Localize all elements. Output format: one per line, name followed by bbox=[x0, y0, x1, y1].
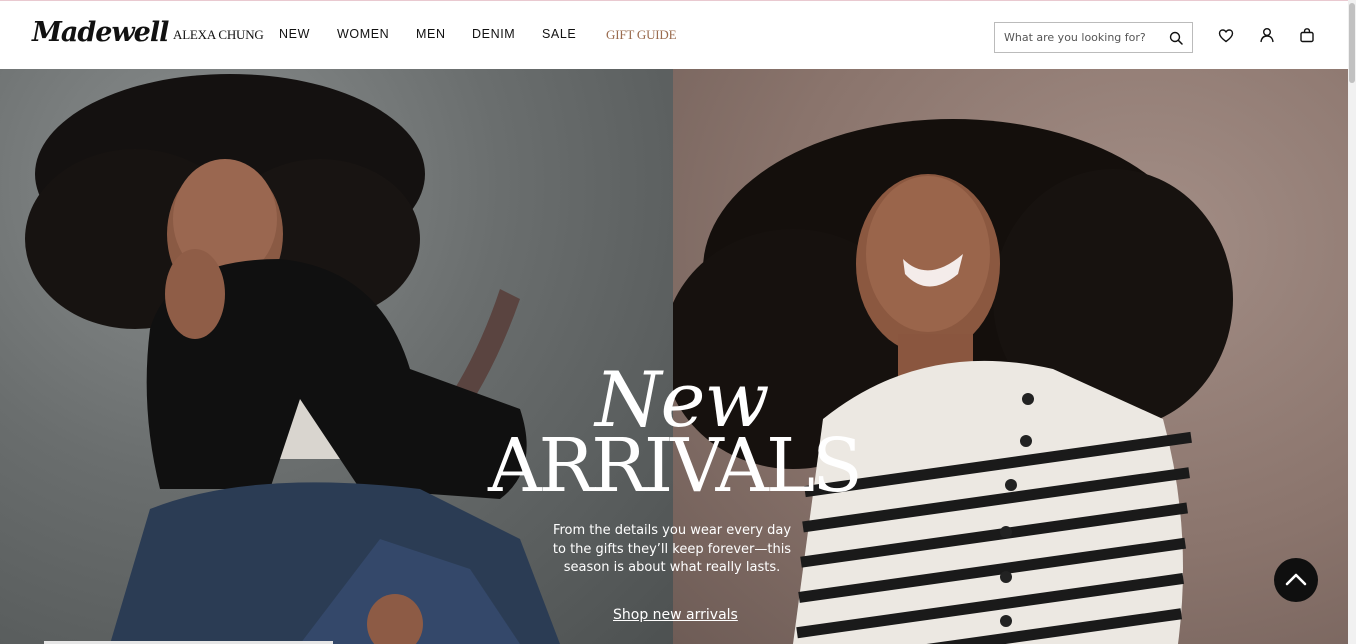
nav-item-new[interactable]: NEW bbox=[279, 27, 310, 41]
chevron-up-icon bbox=[1285, 573, 1307, 586]
account-icon[interactable] bbox=[1259, 27, 1275, 43]
nav-item-denim[interactable]: DENIM bbox=[472, 27, 515, 41]
nav-item-sale[interactable]: SALE bbox=[542, 27, 576, 41]
shop-new-arrivals-link[interactable]: Shop new arrivals bbox=[613, 607, 738, 623]
madewell-logo[interactable]: Madewell bbox=[32, 17, 169, 48]
search-icon[interactable] bbox=[1169, 31, 1183, 45]
heart-icon[interactable] bbox=[1218, 28, 1234, 44]
back-to-top-button[interactable] bbox=[1274, 558, 1318, 602]
nav-item-gift-guide[interactable]: GIFT GUIDE bbox=[606, 27, 677, 43]
nav-item-women[interactable]: WOMEN bbox=[337, 27, 389, 41]
nav-item-men[interactable]: MEN bbox=[416, 27, 446, 41]
nav-item-alexa-chung[interactable]: ALEXA CHUNG bbox=[173, 27, 264, 43]
site-header: Madewell ALEXA CHUNG NEW WOMEN MEN DENIM… bbox=[0, 1, 1348, 69]
hero-subtext: From the details you wear every day to t… bbox=[552, 523, 792, 575]
hero-headline-caps: ARRIVALS bbox=[488, 423, 863, 509]
bag-icon[interactable] bbox=[1299, 27, 1315, 43]
hero-banner: New ARRIVALS From the details you wear e… bbox=[0, 69, 1348, 644]
scrollbar-thumb[interactable] bbox=[1349, 3, 1355, 83]
search-box bbox=[994, 22, 1193, 53]
search-input[interactable] bbox=[1004, 23, 1164, 52]
page-scrollbar[interactable] bbox=[1348, 0, 1356, 644]
